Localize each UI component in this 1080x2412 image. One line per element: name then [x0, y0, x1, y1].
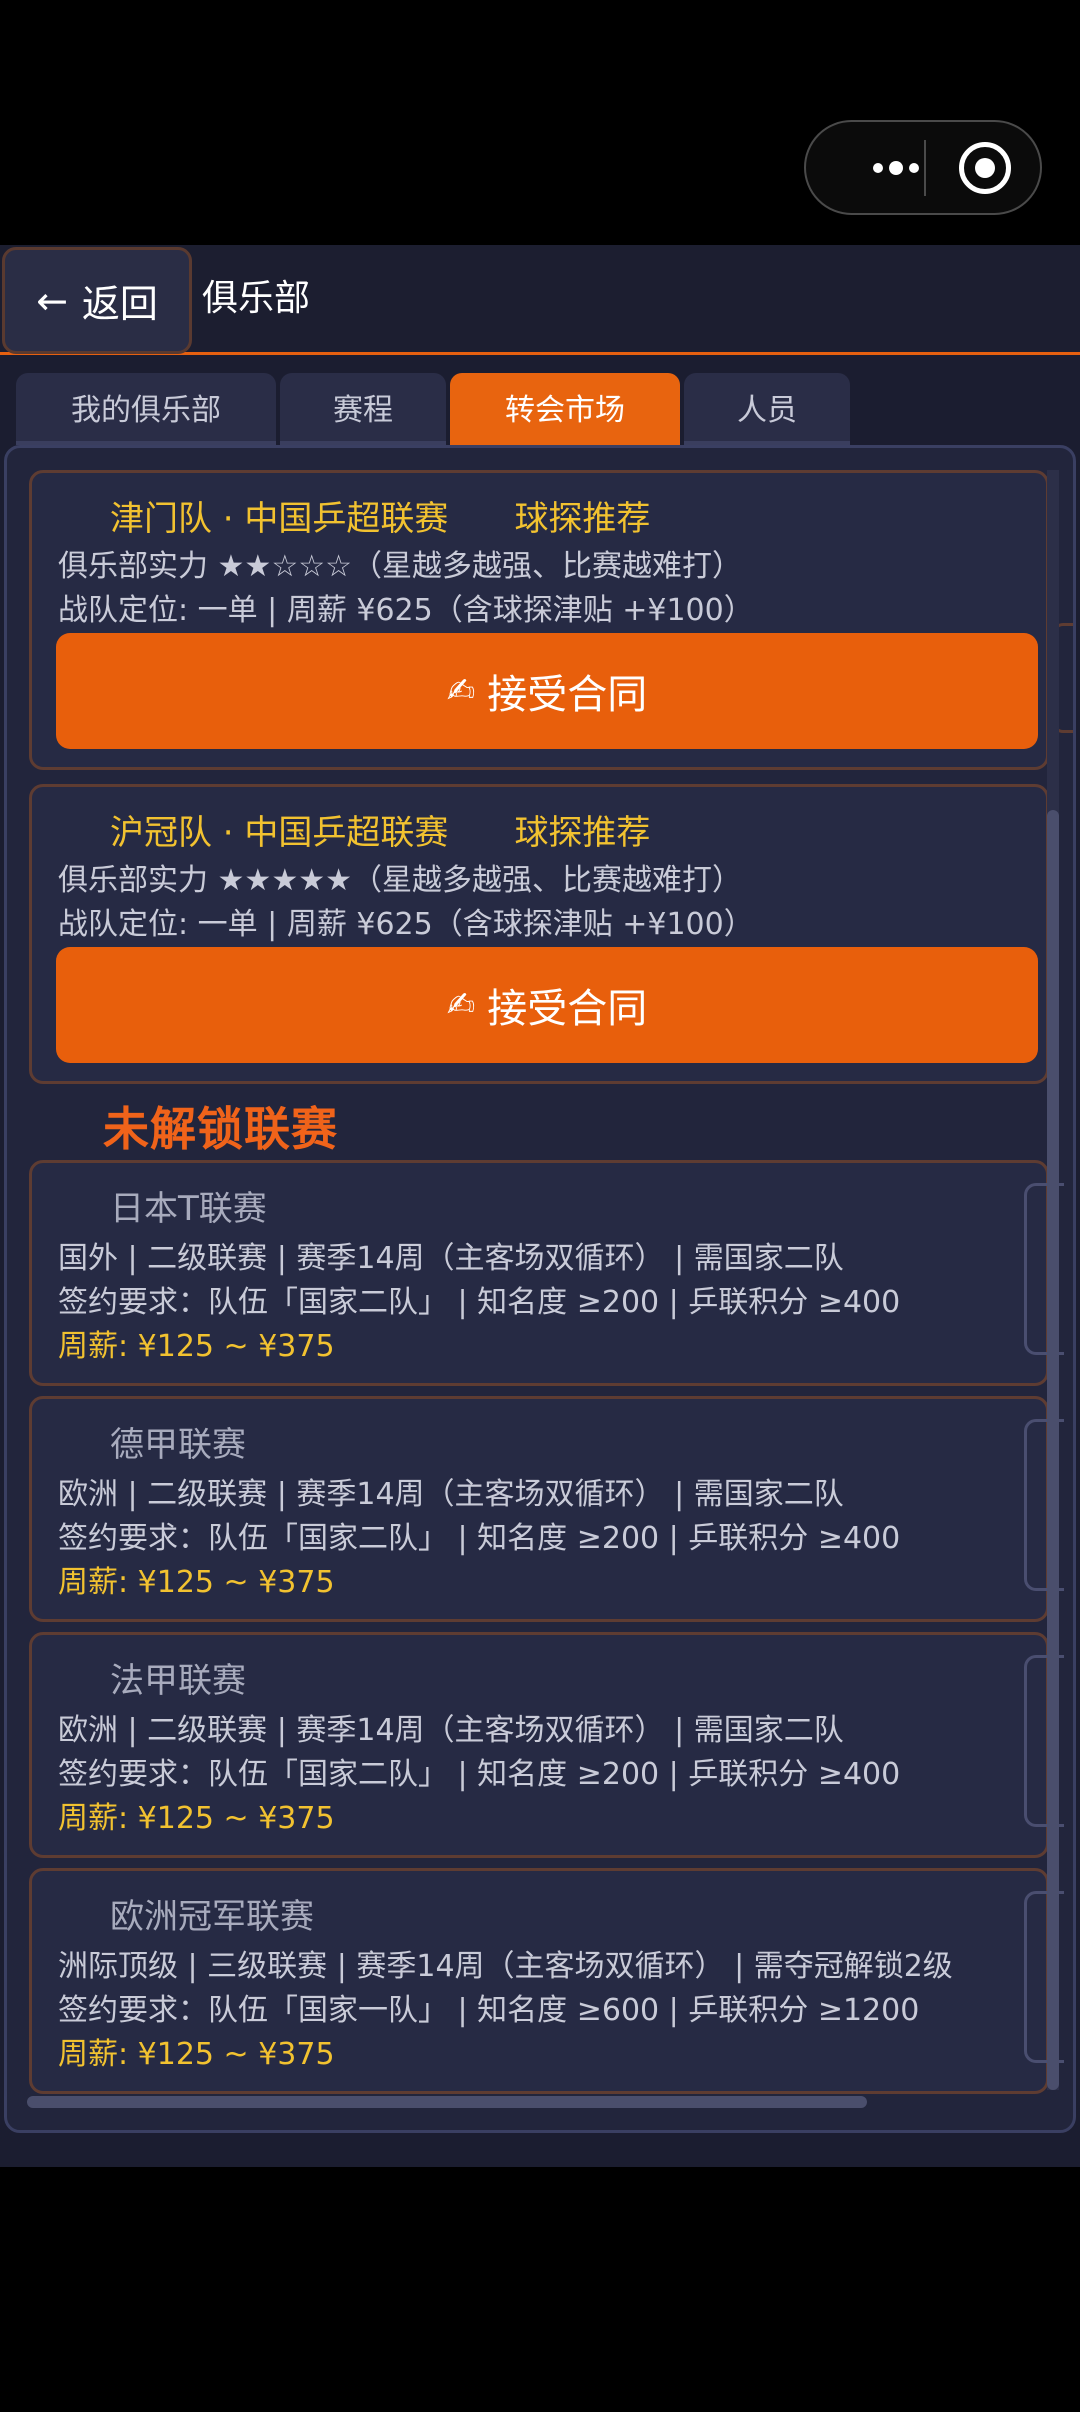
accept-contract-button[interactable]: ✍ 接受合同 [56, 633, 1038, 749]
league-name: 德甲联赛 [110, 1425, 246, 1465]
tab-staff[interactable]: 人员 [684, 373, 850, 445]
page-title: 俱乐部 [202, 278, 311, 319]
vertical-scrollbar-thumb[interactable] [1047, 810, 1059, 2090]
league-salary: 周薪: ¥125 ~ ¥375 [58, 2037, 335, 2072]
page-header: ← 返回 俱乐部 [0, 245, 1080, 355]
back-button[interactable]: ← 返回 [2, 247, 192, 354]
accept-contract-button[interactable]: ✍ 接受合同 [56, 947, 1038, 1063]
league-card: 法甲联赛 欧洲 | 二级联赛 | 赛季14周（主客场双循环） | 需国家二队 签… [29, 1632, 1064, 1858]
league-card: 德甲联赛 欧洲 | 二级联赛 | 赛季14周（主客场双循环） | 需国家二队 签… [29, 1396, 1064, 1622]
league-card: 日本T联赛 国外 | 二级联赛 | 赛季14周（主客场双循环） | 需国家二队 … [29, 1160, 1064, 1386]
transfer-panel[interactable]: 津门队 · 中国乒超联赛 球探推荐 俱乐部实力 ★★☆☆☆（星越多越强、比赛越难… [4, 445, 1076, 2133]
tab-schedule[interactable]: 赛程 [280, 373, 446, 445]
signature-icon: ✍ [446, 985, 476, 1025]
offer-position: 战队定位: 一单 | 周薪 ¥625（含球探津贴 +¥100） [58, 907, 754, 942]
offer-tag: 球探推荐 [514, 499, 651, 539]
league-name: 日本T联赛 [110, 1189, 267, 1229]
tab-bar: 我的俱乐部 赛程 转会市场 人员 [16, 373, 850, 445]
league-requirement: 签约要求：队伍「国家一队」 | 知名度 ≥600 | 乒联积分 ≥1200 [58, 1993, 920, 2028]
offer-team: 津门队 · 中国乒超联赛 [110, 499, 449, 539]
capsule-divider [924, 140, 926, 196]
league-info: 国外 | 二级联赛 | 赛季14周（主客场双循环） | 需国家二队 [58, 1241, 844, 1276]
league-requirement: 签约要求：队伍「国家二队」 | 知名度 ≥200 | 乒联积分 ≥400 [58, 1757, 901, 1792]
offer-card: 沪冠队 · 中国乒超联赛 球探推荐 俱乐部实力 ★★★★★（星越多越强、比赛越难… [29, 784, 1049, 1084]
league-info: 洲际顶级 | 三级联赛 | 赛季14周（主客场双循环） | 需夺冠解锁2级 [58, 1949, 953, 1984]
close-target-icon[interactable] [959, 142, 1011, 194]
horizontal-scrollbar-thumb[interactable] [27, 2096, 867, 2108]
offer-tag: 球探推荐 [514, 813, 651, 853]
league-salary: 周薪: ¥125 ~ ¥375 [58, 1329, 335, 1364]
league-info: 欧洲 | 二级联赛 | 赛季14周（主客场双循环） | 需国家二队 [58, 1477, 844, 1512]
league-salary: 周薪: ¥125 ~ ¥375 [58, 1801, 335, 1836]
arrow-left-icon: ← [36, 278, 68, 323]
accept-contract-label: 接受合同 [487, 986, 648, 1032]
league-card: 欧洲冠军联赛 洲际顶级 | 三级联赛 | 赛季14周（主客场双循环） | 需夺冠… [29, 1868, 1064, 2094]
league-info: 欧洲 | 二级联赛 | 赛季14周（主客场双循环） | 需国家二队 [58, 1713, 844, 1748]
offer-strength: 俱乐部实力 ★★☆☆☆（星越多越强、比赛越难打） [58, 549, 743, 584]
accept-contract-label: 接受合同 [487, 672, 648, 718]
offer-position: 战队定位: 一单 | 周薪 ¥625（含球探津贴 +¥100） [58, 593, 754, 628]
league-salary: 周薪: ¥125 ~ ¥375 [58, 1565, 335, 1600]
locked-leagues-heading: 未解锁联赛 [103, 1102, 338, 1156]
offer-team: 沪冠队 · 中国乒超联赛 [110, 813, 449, 853]
league-requirement: 签约要求：队伍「国家二队」 | 知名度 ≥200 | 乒联积分 ≥400 [58, 1521, 901, 1556]
back-label: 返回 [81, 282, 158, 326]
tab-transfer-market[interactable]: 转会市场 [450, 373, 680, 445]
tab-my-club[interactable]: 我的俱乐部 [16, 373, 276, 445]
offer-strength: 俱乐部实力 ★★★★★（星越多越强、比赛越难打） [58, 863, 743, 898]
more-icon[interactable] [866, 122, 926, 213]
league-requirement: 签约要求：队伍「国家二队」 | 知名度 ≥200 | 乒联积分 ≥400 [58, 1285, 901, 1320]
league-name: 欧洲冠军联赛 [110, 1897, 314, 1937]
league-name: 法甲联赛 [110, 1661, 246, 1701]
offer-card: 津门队 · 中国乒超联赛 球探推荐 俱乐部实力 ★★☆☆☆（星越多越强、比赛越难… [29, 470, 1049, 770]
signature-icon: ✍ [446, 671, 476, 711]
miniapp-capsule [804, 120, 1042, 215]
vertical-scrollbar[interactable] [1047, 470, 1059, 2090]
